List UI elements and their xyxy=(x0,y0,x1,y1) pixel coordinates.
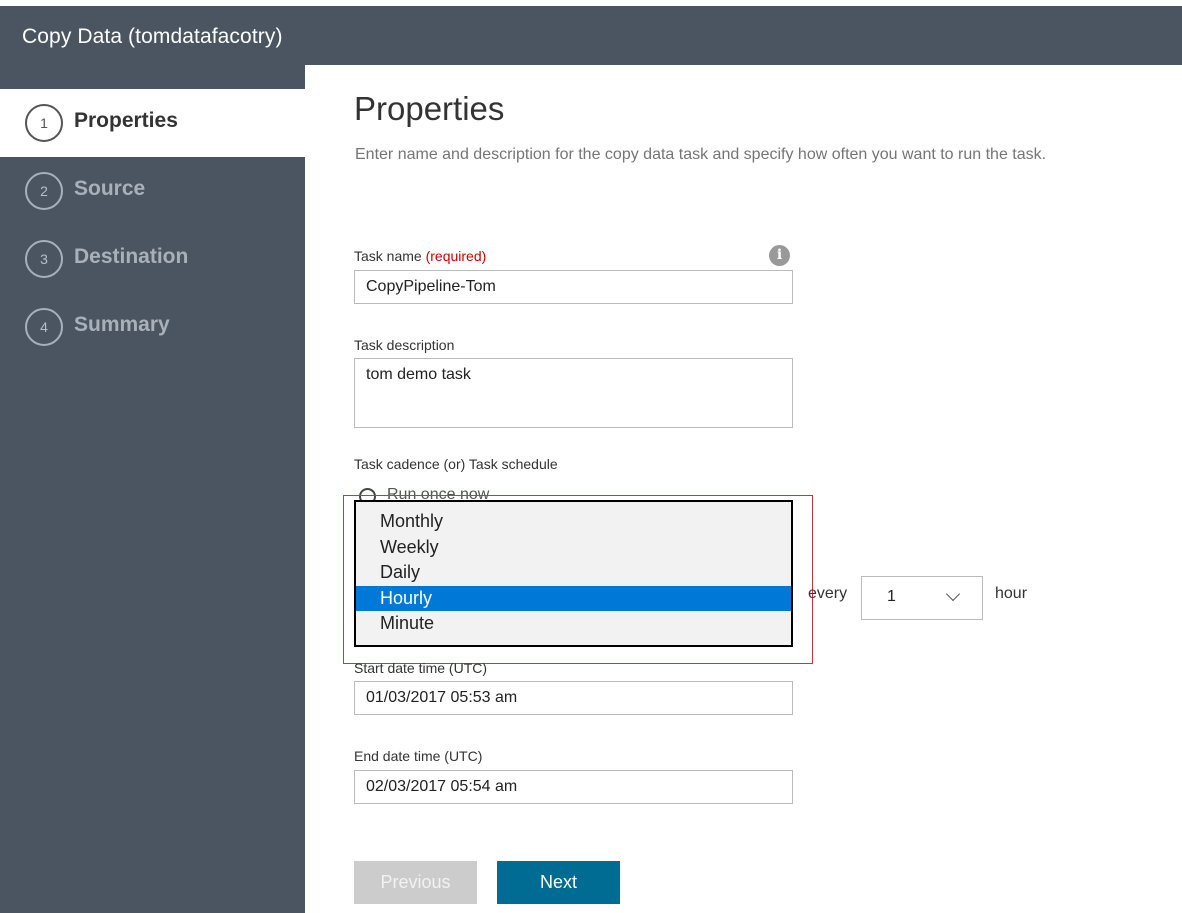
interval-value: 1 xyxy=(887,588,896,605)
interval-unit-label: hour xyxy=(995,585,1028,602)
step-summary[interactable]: 4 Summary xyxy=(0,293,305,361)
step-label-summary: Summary xyxy=(74,313,170,336)
frequency-option-weekly[interactable]: Weekly xyxy=(356,535,791,561)
task-description-input[interactable]: tom demo task xyxy=(354,358,793,428)
task-name-label-text: Task name xyxy=(354,248,422,264)
every-label: every xyxy=(808,585,848,602)
step-number-1: 1 xyxy=(25,104,63,142)
frequency-option-minute[interactable]: Minute xyxy=(356,611,791,637)
step-destination[interactable]: 3 Destination xyxy=(0,225,305,293)
task-name-input[interactable]: CopyPipeline-Tom xyxy=(354,270,793,304)
page-title: Properties xyxy=(354,90,505,127)
info-icon[interactable]: i xyxy=(769,245,790,266)
start-date-input[interactable]: 01/03/2017 05:53 am xyxy=(354,681,793,715)
step-label-source: Source xyxy=(74,177,146,200)
previous-button[interactable]: Previous xyxy=(354,861,477,904)
step-properties[interactable]: 1 Properties xyxy=(0,89,305,157)
next-button[interactable]: Next xyxy=(497,861,620,904)
window-title: Copy Data (tomdatafacotry) xyxy=(22,25,283,48)
step-number-4: 4 xyxy=(25,308,63,346)
step-number-3: 3 xyxy=(25,240,63,278)
start-date-label: Start date time (UTC) xyxy=(354,660,488,676)
interval-select[interactable]: 1 xyxy=(861,576,983,620)
frequency-option-daily[interactable]: Daily xyxy=(356,560,791,586)
end-date-input[interactable]: 02/03/2017 05:54 am xyxy=(354,770,793,804)
chevron-down-icon xyxy=(945,586,961,602)
step-label-destination: Destination xyxy=(74,245,189,268)
end-date-label: End date time (UTC) xyxy=(354,748,483,764)
page-description: Enter name and description for the copy … xyxy=(355,146,1047,163)
wizard-steps-sidebar: 1 Properties 2 Source 3 Destination 4 Su… xyxy=(0,65,305,913)
task-cadence-label: Task cadence (or) Task schedule xyxy=(354,456,558,472)
step-number-2: 2 xyxy=(25,172,63,210)
step-source[interactable]: 2 Source xyxy=(0,157,305,225)
app-header: Copy Data (tomdatafacotry) xyxy=(0,6,1182,65)
frequency-dropdown-list[interactable]: Monthly Weekly Daily Hourly Minute xyxy=(354,500,793,647)
task-name-label: Task name (required) xyxy=(354,248,486,264)
frequency-option-monthly[interactable]: Monthly xyxy=(356,509,791,535)
task-description-label: Task description xyxy=(354,337,455,353)
required-marker: (required) xyxy=(425,248,487,264)
step-label-properties: Properties xyxy=(74,109,178,132)
frequency-option-hourly[interactable]: Hourly xyxy=(356,585,791,612)
